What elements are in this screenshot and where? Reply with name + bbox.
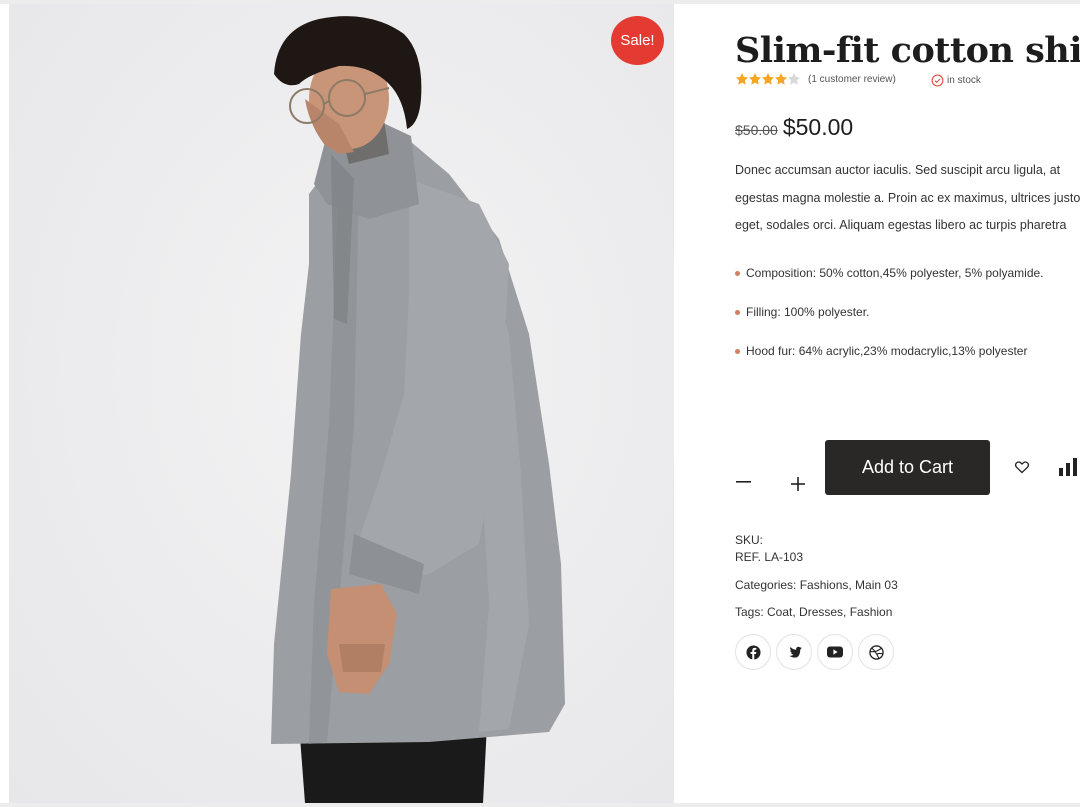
feature-text: Composition: 50% cotton,45% polyester, 5… <box>746 266 1044 280</box>
sku-value: REF. LA-103 <box>735 550 804 564</box>
price: $50.00 $50.00 <box>735 114 853 141</box>
stock-status: in stock <box>931 74 981 87</box>
description-line: egestas magna molestie a. Proin ac ex ma… <box>735 190 1080 205</box>
facebook-button[interactable] <box>735 634 771 670</box>
facebook-icon <box>745 644 761 660</box>
check-circle-icon <box>931 74 944 87</box>
product-details: Slim-fit cotton shirt (1 customer review… <box>735 0 1080 807</box>
feature-text: Hood fur: 64% acrylic,23% modacrylic,13%… <box>746 344 1028 358</box>
feature-item: Hood fur: 64% acrylic,23% modacrylic,13%… <box>735 344 1044 383</box>
star-icon <box>774 73 788 85</box>
product-image[interactable]: Sale! <box>9 4 674 803</box>
sku-label: SKU: <box>735 533 764 547</box>
model-photo <box>271 16 565 803</box>
categories[interactable]: Categories: Fashions, Main 03 <box>735 578 898 592</box>
add-to-cart-button[interactable]: Add to Cart <box>825 440 990 495</box>
quantity-decrease-button[interactable] <box>735 472 751 492</box>
quantity-input[interactable] <box>755 470 795 496</box>
bullet-icon <box>735 310 740 315</box>
bullet-icon <box>735 271 740 276</box>
quantity-increase-button[interactable] <box>790 474 806 494</box>
twitter-button[interactable] <box>776 634 812 670</box>
plus-icon <box>791 477 805 491</box>
product-description: Donec accumsan auctor iaculis. Sed susci… <box>735 163 1080 246</box>
price-current: $50.00 <box>782 114 854 140</box>
bullet-icon <box>735 349 740 354</box>
sale-badge: Sale! <box>611 16 664 65</box>
product-title: Slim-fit cotton shirt <box>735 30 1080 71</box>
star-icon <box>761 73 775 85</box>
feature-text: Filling: 100% polyester. <box>746 305 870 319</box>
compare-icon[interactable] <box>1058 458 1078 476</box>
star-icon <box>748 73 762 85</box>
youtube-button[interactable] <box>817 634 853 670</box>
minus-icon <box>735 481 751 483</box>
feature-item: Filling: 100% polyester. <box>735 305 1044 344</box>
star-icon <box>735 73 749 85</box>
review-link[interactable]: (1 customer review) <box>808 74 896 85</box>
social-links <box>735 634 899 670</box>
star-empty-icon <box>787 73 801 85</box>
feature-list: Composition: 50% cotton,45% polyester, 5… <box>735 266 1044 383</box>
rating: (1 customer review) <box>735 71 896 87</box>
description-line: Donec accumsan auctor iaculis. Sed susci… <box>735 163 1061 177</box>
heart-icon[interactable] <box>1014 459 1030 475</box>
feature-item: Composition: 50% cotton,45% polyester, 5… <box>735 266 1044 305</box>
twitter-icon <box>788 646 802 658</box>
tags[interactable]: Tags: Coat, Dresses, Fashion <box>735 605 892 619</box>
price-old: $50.00 <box>735 122 778 138</box>
dribbble-button[interactable] <box>858 634 894 670</box>
stock-text: in stock <box>947 75 981 86</box>
description-line: eget, sodales orci. Aliquam egestas libe… <box>735 218 1067 232</box>
dribbble-icon <box>868 644 884 660</box>
youtube-icon <box>827 646 843 658</box>
